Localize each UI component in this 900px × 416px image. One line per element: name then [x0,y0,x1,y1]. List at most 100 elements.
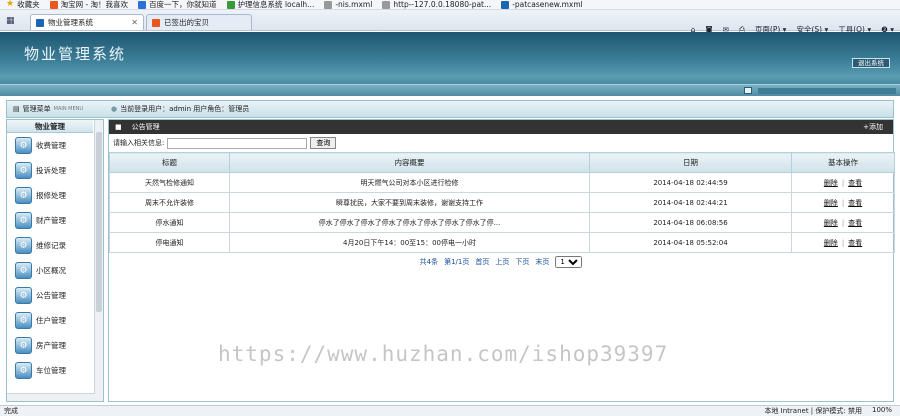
sidebar-item[interactable]: ⚙ 报修处理 [7,183,93,208]
sidebar-item[interactable]: ⚙ 小区概况 [7,258,93,283]
sidebar-item[interactable]: ⚙ 房产管理 [7,333,93,358]
sidebar-item-label: 公告管理 [36,291,66,300]
panel-title: 公告管理 [131,123,160,131]
separator: | [841,178,845,187]
zoom-level[interactable]: 100% [872,406,892,416]
favorite-link[interactable]: http--127.0.0.18080-pat... [382,0,491,9]
delete-link[interactable]: 删除 [824,219,838,227]
cell-date: 2014-04-18 02:44:21 [589,192,792,213]
current-user-info: ● 当前登录用户：admin 用户角色：管理员 [111,105,250,113]
cell-title: 天然气检修通知 [109,172,230,193]
sidebar-item[interactable]: ⚙ 维修记录 [7,233,93,258]
taobao-icon [49,0,58,9]
sidebar-item-label: 住户管理 [36,316,66,325]
gear-icon: ⚙ [15,162,32,179]
search-label: 请输入相关信息: [113,139,165,147]
cell-content: 明天燃气公司对本小区进行检修 [229,172,590,193]
sidebar-item[interactable]: ⚙ 投诉处理 [7,158,93,183]
cell-actions: 删除 | 查看 [791,212,895,233]
sidebar-menu: 物业管理 ⚙ 收费管理 ⚙ 投诉处理 ⚙ 报修处理 ⚙ 财产管理 ⚙ 维修记录 ⚙ 小区概况 ⚙ 公告管理… [6,119,104,402]
sidebar-item[interactable]: ⚙ 住户管理 [7,308,93,333]
total-count: 共4条 [419,258,439,266]
gear-icon: ⚙ [15,187,32,204]
favorite-link[interactable]: 百度一下，你就知道 [138,0,217,9]
sidebar-item-label: 收费管理 [36,141,66,150]
ie-icon [36,18,44,27]
status-text: 完成 [4,407,18,415]
page-select[interactable]: 1 [555,256,583,268]
gear-icon: ⚙ [15,212,32,229]
cell-actions: 删除 | 查看 [791,192,895,213]
view-link[interactable]: 查看 [848,239,862,247]
favorites-button[interactable]: ★ 收藏夹 [6,0,40,9]
separator: | [841,238,845,247]
table-row: 停水通知 停水了停水了停水了停水了停水了停水了停水了停水了停... 2014-04-… [109,212,895,233]
quick-tabs-icon[interactable]: ▦ [6,16,15,26]
gear-icon: ⚙ [15,237,32,254]
favorite-link[interactable]: -patcasenew.mxml [501,0,583,9]
favorite-link[interactable]: 护理信息系统 localh... [226,0,314,9]
delete-link[interactable]: 删除 [824,199,838,207]
separator: | [841,218,845,227]
view-link[interactable]: 查看 [848,199,862,207]
sidebar-hscrollbar[interactable] [7,393,95,401]
view-link[interactable]: 查看 [848,179,862,187]
page-icon [226,0,235,9]
next-page-link[interactable]: 下页 [515,257,529,267]
cell-date: 2014-04-18 06:08:56 [589,212,792,233]
zone-text: 本地 Intranet | 保护模式: 禁用 [764,407,862,415]
app-header: 物业管理系统 退出系统 [0,32,900,96]
cell-actions: 删除 | 查看 [791,232,895,253]
sidebar-item[interactable]: ⚙ 收费管理 [7,133,93,158]
sidebar-item-label: 小区概况 [36,266,66,275]
menu-title: ▤ 管理菜单 MAIN MENU [13,105,84,113]
panel-icon: ■ [115,123,122,131]
page-info: 第1/1页 [444,258,470,266]
cell-title: 停电通知 [109,232,230,253]
cell-date: 2014-04-18 02:44:59 [589,172,792,193]
close-icon[interactable]: ✕ [131,18,138,27]
search-button[interactable]: 查询 [310,137,337,149]
bullet-icon: ● [111,105,118,113]
column-header-date: 日期 [589,152,792,173]
cell-title: 停水通知 [109,212,230,233]
tab-property-system[interactable]: 物业管理系统 ✕ [30,14,144,30]
page-icon [382,0,391,9]
taobao-icon [152,18,160,27]
menu-icon: ▤ [13,105,20,113]
first-page-link[interactable]: 首页 [475,257,489,267]
delete-link[interactable]: 删除 [824,179,838,187]
star-icon: ★ [6,0,15,9]
sidebar-item-label: 投诉处理 [36,166,66,175]
favorite-link[interactable]: 淘宝网 - 淘！我喜欢 [49,0,128,9]
scroll-thumb[interactable] [96,132,102,312]
page-icon [324,0,333,9]
window-icon[interactable] [744,87,752,94]
delete-link[interactable]: 删除 [824,239,838,247]
gear-icon: ⚙ [15,137,32,154]
panel-header: ■ 公告管理 +添加 [109,120,893,134]
cell-content: 4月20日下午14：00至15：00停电一小时 [229,232,590,253]
favorite-link[interactable]: -nis.mxml [324,0,372,9]
favorites-bar: ★ 收藏夹 淘宝网 - 淘！我喜欢 百度一下，你就知道 护理信息系统 local… [0,0,900,10]
ie-icon [501,0,510,9]
sidebar-item[interactable]: ⚙ 车位管理 [7,358,93,383]
sidebar-scrollbar[interactable] [94,120,103,401]
column-header-actions: 基本操作 [791,152,895,173]
add-button[interactable]: +添加 [863,122,883,132]
search-input[interactable] [167,137,308,149]
logout-button[interactable]: 退出系统 [852,58,890,68]
cell-date: 2014-04-18 05:52:04 [589,232,792,253]
tab-checked-out-items[interactable]: 已签出的宝贝 [146,14,252,30]
column-header-title: 标题 [109,152,230,173]
sidebar-item-label: 报修处理 [36,191,66,200]
sidebar-item[interactable]: ⚙ 财产管理 [7,208,93,233]
search-row: 请输入相关信息: 查询 [109,134,893,152]
prev-page-link[interactable]: 上页 [495,257,509,267]
baidu-icon [138,0,147,9]
last-page-link[interactable]: 末页 [535,257,549,267]
gear-icon: ⚙ [15,312,32,329]
sidebar-item-label: 车位管理 [36,366,66,375]
view-link[interactable]: 查看 [848,219,862,227]
sidebar-item[interactable]: ⚙ 公告管理 [7,283,93,308]
